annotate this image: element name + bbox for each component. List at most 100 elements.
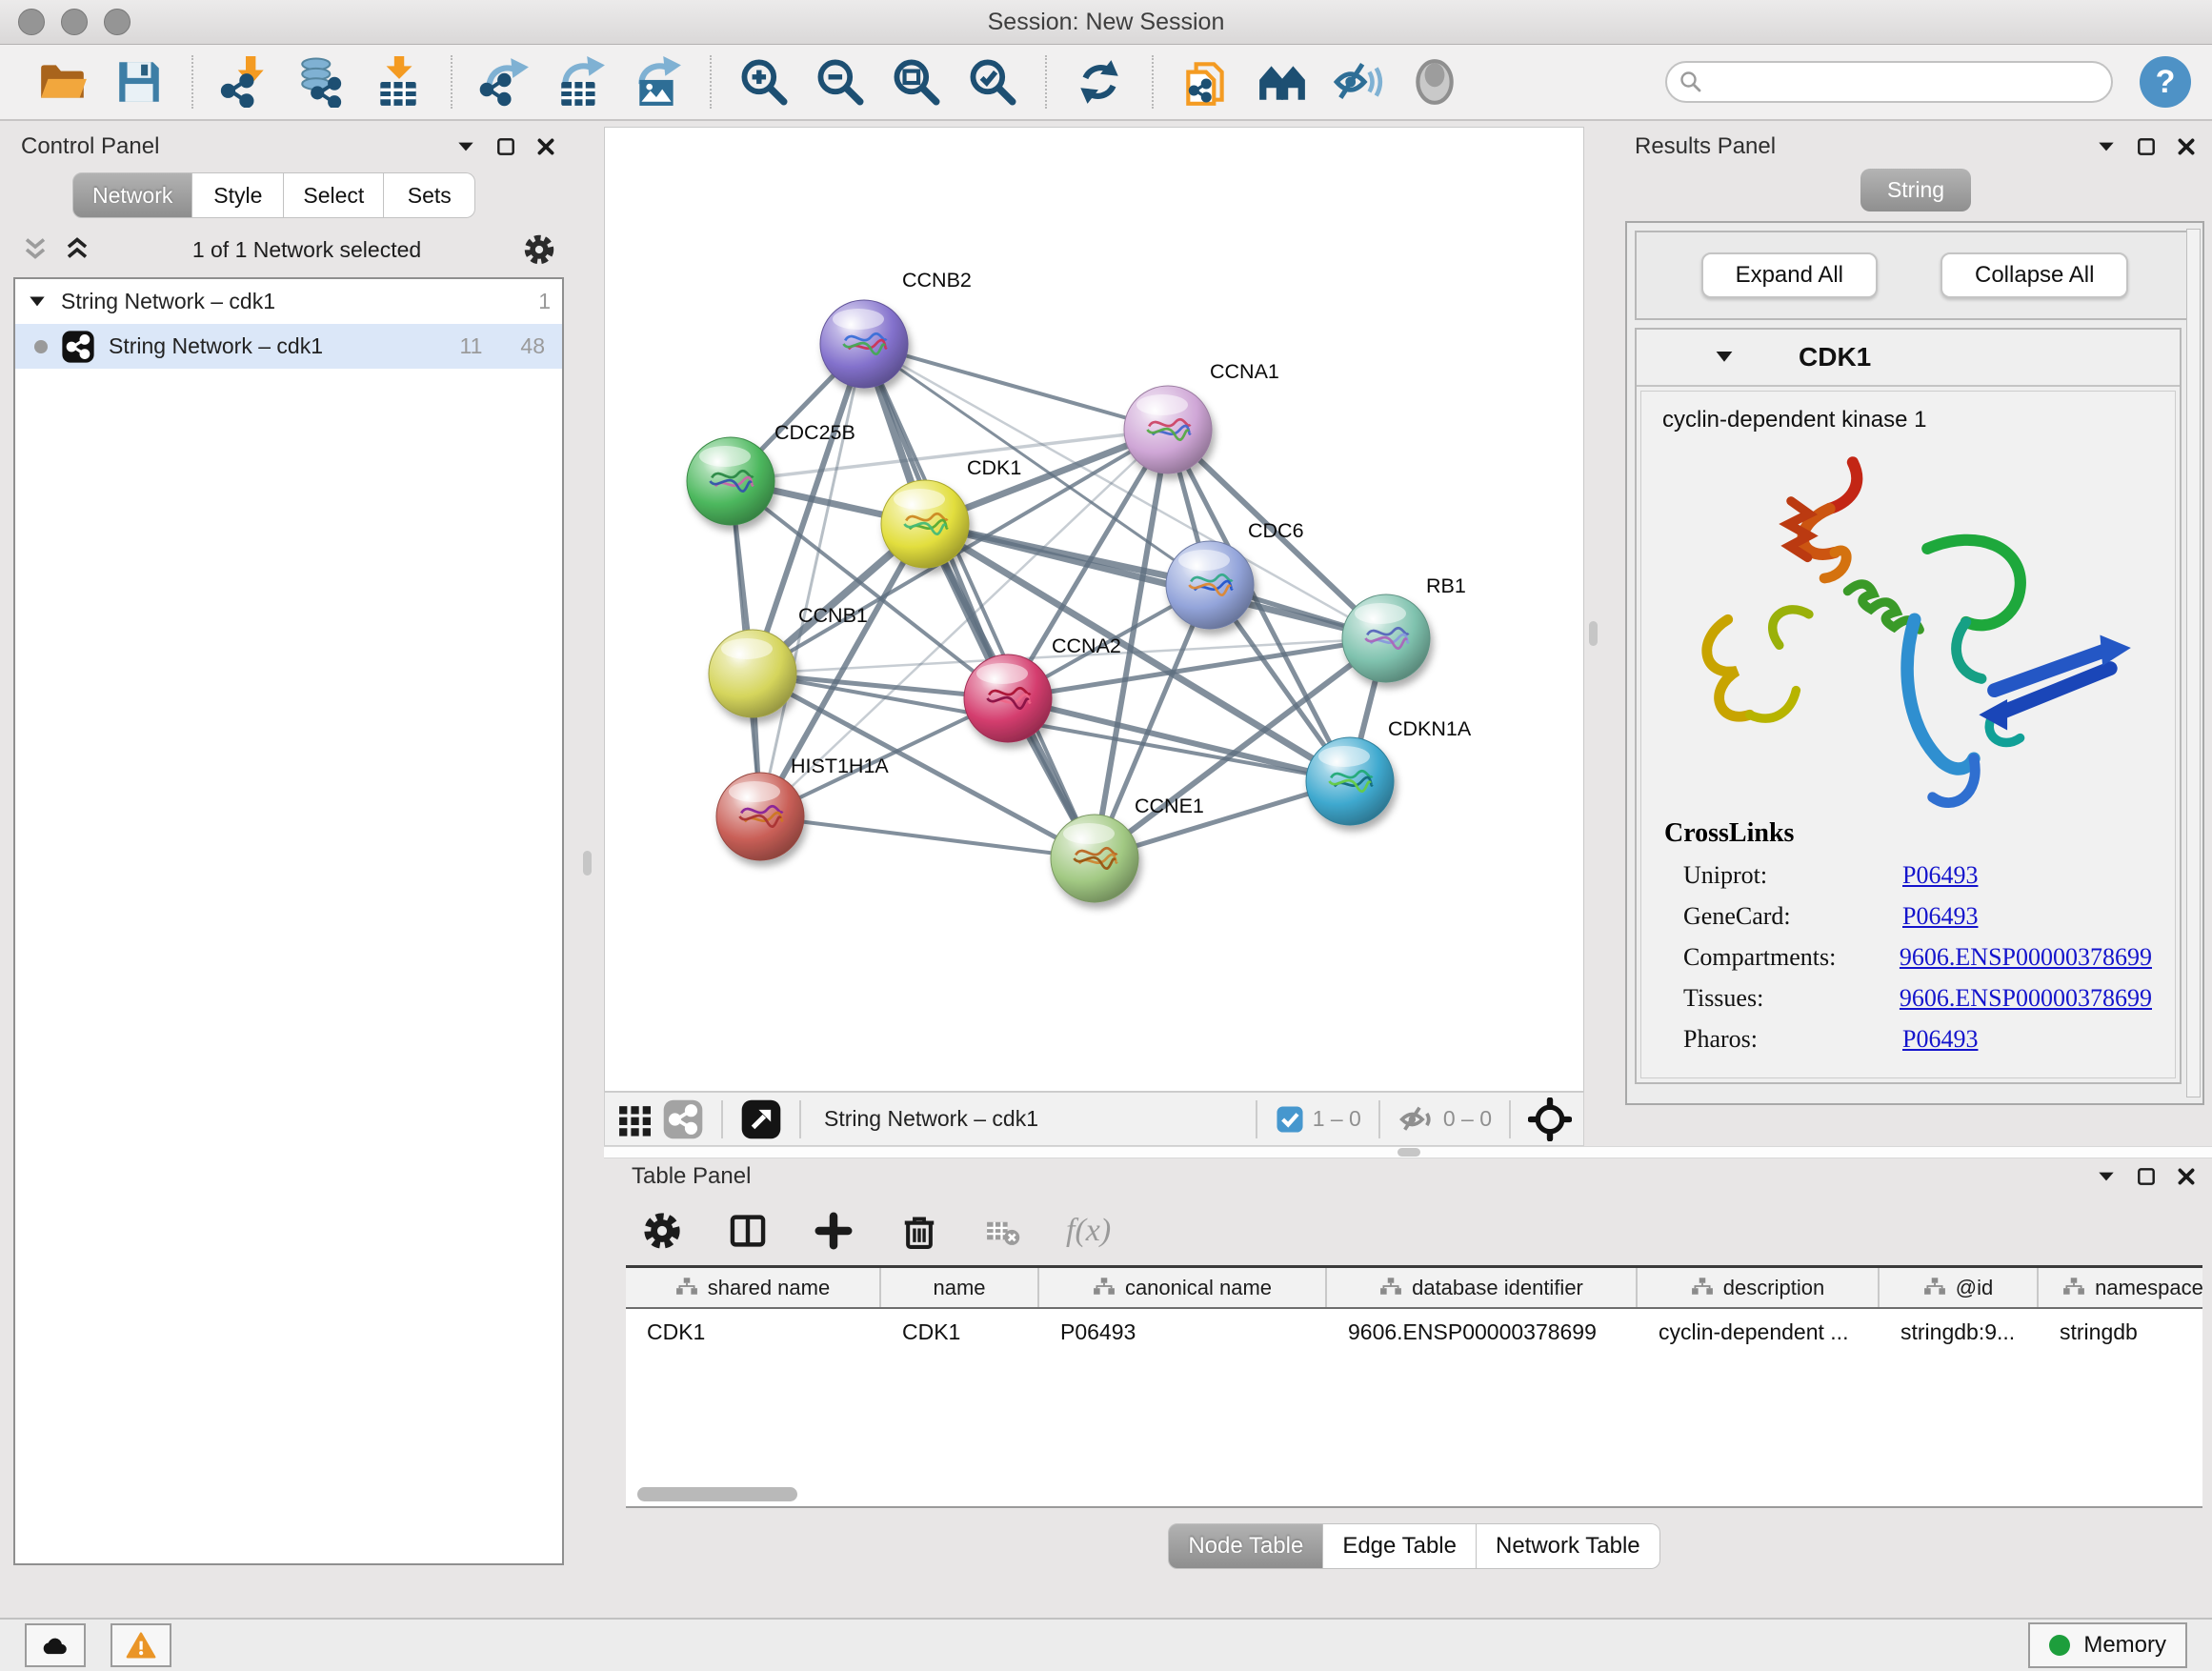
- import-table-icon[interactable]: [372, 56, 424, 108]
- panel-float-icon[interactable]: [495, 136, 516, 157]
- network-node-cdkn1a[interactable]: CDKN1A: [1306, 717, 1472, 825]
- tab-sets[interactable]: Sets: [384, 172, 475, 218]
- tab-string[interactable]: String: [1860, 169, 1971, 211]
- left-splitter-handle[interactable]: [583, 851, 592, 876]
- cell[interactable]: 9606.ENSP00000378699: [1327, 1319, 1638, 1345]
- function-builder-icon[interactable]: f(x): [1066, 1213, 1111, 1249]
- cell[interactable]: stringdb:9...: [1880, 1319, 2039, 1345]
- node-entry-header[interactable]: CDK1: [1637, 330, 2180, 387]
- column-header-shared-name[interactable]: shared name: [626, 1268, 881, 1307]
- share-view-icon[interactable]: [662, 1098, 704, 1140]
- cell[interactable]: cyclin-dependent ...: [1638, 1319, 1880, 1345]
- panel-menu-icon[interactable]: [2096, 1166, 2117, 1187]
- panel-close-icon[interactable]: [2176, 136, 2197, 157]
- zoom-fit-icon[interactable]: [891, 56, 942, 108]
- panel-float-icon[interactable]: [2136, 1166, 2157, 1187]
- show-graphics-icon[interactable]: [1409, 56, 1460, 108]
- zoom-out-icon[interactable]: [814, 56, 866, 108]
- right-splitter-handle[interactable]: [1589, 621, 1598, 646]
- export-image-icon[interactable]: [632, 56, 683, 108]
- network-row-selected[interactable]: String Network – cdk1 11 48: [15, 324, 562, 369]
- grid-view-icon[interactable]: [616, 1100, 654, 1138]
- crosslink-link[interactable]: P06493: [1902, 902, 1978, 931]
- open-session-icon[interactable]: [37, 56, 89, 108]
- column-header-id[interactable]: @id: [1880, 1268, 2039, 1307]
- tab-select[interactable]: Select: [284, 172, 384, 218]
- splitter-handle[interactable]: [1398, 1148, 1420, 1157]
- results-scrollbar[interactable]: [2186, 229, 2201, 1097]
- create-column-icon[interactable]: [813, 1210, 855, 1252]
- tab-network[interactable]: Network: [72, 172, 192, 218]
- tab-network-table[interactable]: Network Table: [1477, 1523, 1660, 1569]
- cell[interactable]: P06493: [1039, 1319, 1327, 1345]
- network-edge[interactable]: [925, 524, 1386, 638]
- network-edge[interactable]: [760, 344, 864, 816]
- network-node-ccnb1[interactable]: CCNB1: [709, 604, 868, 717]
- cell[interactable]: stringdb: [2039, 1319, 2202, 1345]
- table-settings-gear-icon[interactable]: [641, 1210, 683, 1252]
- column-header-database-identifier[interactable]: database identifier: [1327, 1268, 1638, 1307]
- table-row[interactable]: CDK1CDK1P064939606.ENSP00000378699cyclin…: [626, 1309, 2202, 1355]
- tab-edge-table[interactable]: Edge Table: [1323, 1523, 1477, 1569]
- search-input[interactable]: [1665, 61, 2113, 103]
- tab-style[interactable]: Style: [192, 172, 284, 218]
- panel-close-icon[interactable]: [2176, 1166, 2197, 1187]
- export-table-icon[interactable]: [555, 56, 607, 108]
- warnings-button[interactable]: [111, 1623, 171, 1667]
- zoom-selected-icon[interactable]: [967, 56, 1018, 108]
- network-edge[interactable]: [760, 816, 1095, 858]
- crosslink-link[interactable]: P06493: [1902, 1025, 1978, 1054]
- delete-column-icon[interactable]: [898, 1210, 940, 1252]
- pan-crosshair-icon[interactable]: [1528, 1097, 1572, 1141]
- birds-eye-view-icon[interactable]: [740, 1098, 782, 1140]
- network-node-ccnb2[interactable]: CCNB2: [820, 269, 972, 388]
- clone-network-icon[interactable]: [1180, 56, 1232, 108]
- column-header-name[interactable]: name: [881, 1268, 1039, 1307]
- delete-table-icon[interactable]: [984, 1212, 1022, 1250]
- network-collection-row[interactable]: String Network – cdk1 1: [15, 279, 562, 324]
- selected-checkbox-icon[interactable]: [1275, 1104, 1305, 1135]
- panel-close-icon[interactable]: [535, 136, 556, 157]
- panel-float-icon[interactable]: [2136, 136, 2157, 157]
- panel-menu-icon[interactable]: [2096, 136, 2117, 157]
- crosslink-link[interactable]: P06493: [1902, 861, 1978, 890]
- entry-collapse-icon[interactable]: [1713, 346, 1736, 369]
- network-manager-icon[interactable]: [1257, 56, 1308, 108]
- network-edge[interactable]: [864, 344, 1095, 858]
- hidden-eye-icon[interactable]: [1398, 1100, 1436, 1138]
- export-network-icon[interactable]: [479, 56, 531, 108]
- refresh-icon[interactable]: [1074, 56, 1125, 108]
- collapse-all-icon[interactable]: [21, 235, 50, 264]
- cell[interactable]: CDK1: [626, 1319, 881, 1345]
- network-view-title: String Network – cdk1: [818, 1106, 1238, 1132]
- save-session-icon[interactable]: [113, 56, 165, 108]
- expand-all-button[interactable]: Expand All: [1701, 252, 1878, 298]
- column-header-namespace[interactable]: namespace: [2039, 1268, 2202, 1307]
- cell[interactable]: CDK1: [881, 1319, 1039, 1345]
- zoom-in-icon[interactable]: [738, 56, 790, 108]
- import-network-icon[interactable]: [220, 56, 271, 108]
- memory-button[interactable]: Memory: [2028, 1622, 2187, 1668]
- hide-unhide-icon[interactable]: [1333, 56, 1384, 108]
- import-database-icon[interactable]: [296, 56, 348, 108]
- show-columns-icon[interactable]: [727, 1210, 769, 1252]
- crosslink-link[interactable]: 9606.ENSP00000378699: [1900, 984, 2152, 1013]
- table-horizontal-scrollbar[interactable]: [637, 1487, 797, 1501]
- panel-menu-icon[interactable]: [455, 136, 476, 157]
- collapse-all-button[interactable]: Collapse All: [1941, 252, 2128, 298]
- crosslink-link[interactable]: 9606.ENSP00000378699: [1900, 943, 2152, 972]
- network-node-rb1[interactable]: RB1: [1342, 574, 1466, 682]
- network-edge[interactable]: [864, 344, 1168, 430]
- network-node-hist1h1a[interactable]: HIST1H1A: [716, 755, 889, 860]
- network-node-ccna1[interactable]: CCNA1: [1124, 360, 1279, 473]
- tab-node-table[interactable]: Node Table: [1168, 1523, 1323, 1569]
- column-header-canonical-name[interactable]: canonical name: [1039, 1268, 1327, 1307]
- help-button[interactable]: ?: [2140, 56, 2191, 108]
- column-header-description[interactable]: description: [1638, 1268, 1880, 1307]
- network-options-gear-icon[interactable]: [522, 232, 556, 267]
- cloud-status-button[interactable]: [25, 1623, 86, 1667]
- expand-all-icon[interactable]: [63, 235, 91, 264]
- network-node-cdk1[interactable]: CDK1: [881, 456, 1021, 568]
- tree-expand-icon[interactable]: [27, 292, 48, 312]
- network-canvas[interactable]: CCNB2CDC25BCDK1CCNA1CDC6RB1CCNB1CCNA2CDK…: [604, 127, 1584, 1092]
